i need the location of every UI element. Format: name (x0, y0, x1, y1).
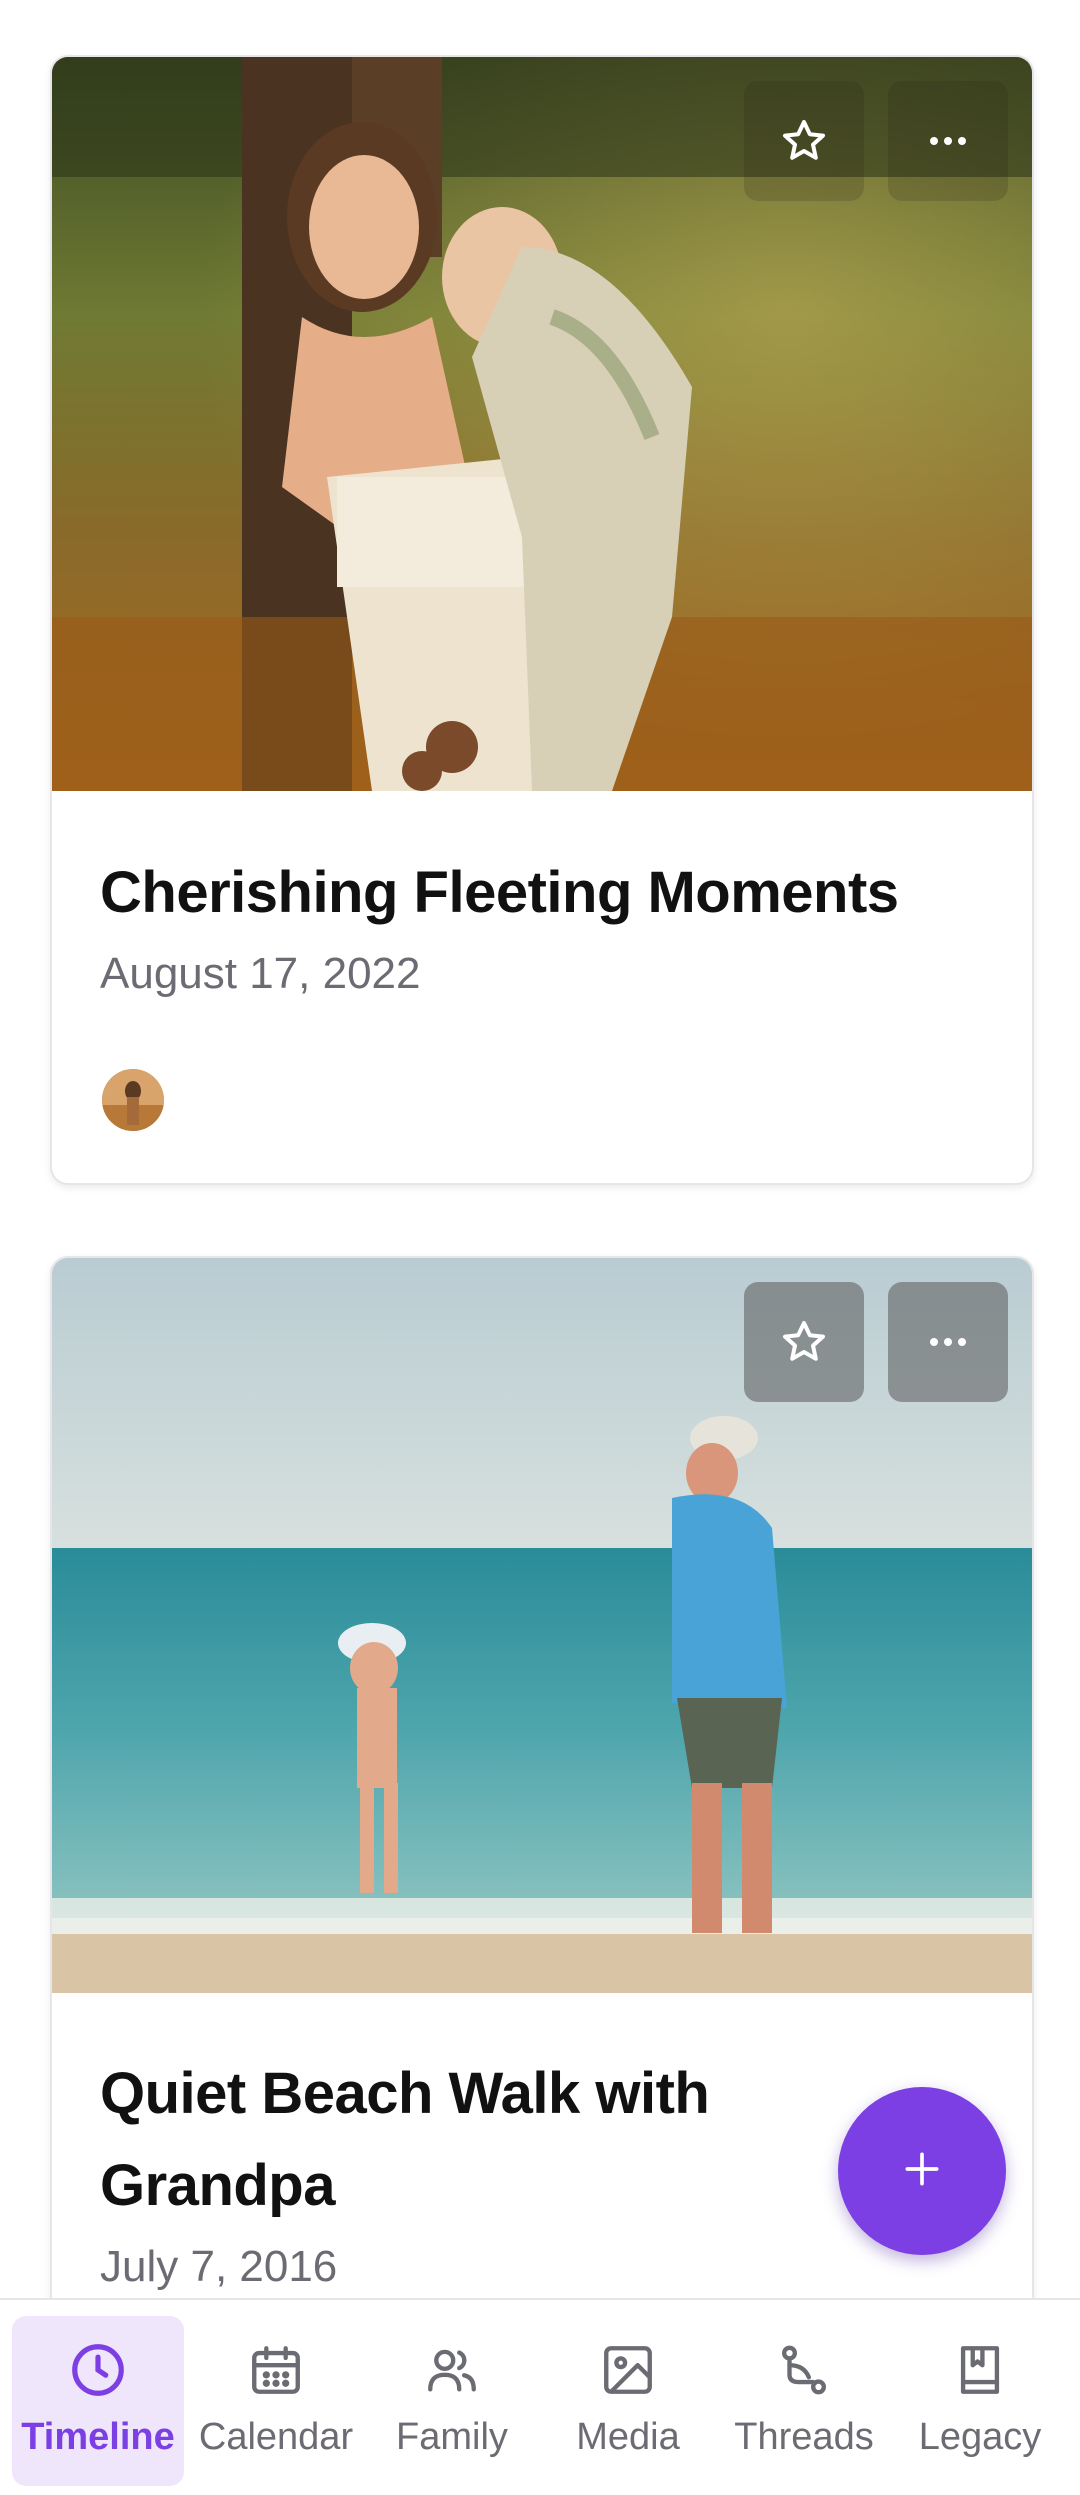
memory-photo (52, 57, 1032, 791)
add-memory-button[interactable] (838, 2087, 1006, 2255)
favorite-button[interactable] (744, 81, 864, 201)
favorite-button[interactable] (744, 1282, 864, 1402)
nav-item-calendar[interactable]: Calendar (190, 2316, 362, 2486)
star-icon (780, 117, 828, 165)
nav-label: Legacy (918, 2416, 1042, 2458)
star-icon (780, 1318, 828, 1366)
nav-label: Media (576, 2416, 680, 2458)
nav-label: Timeline (21, 2416, 175, 2458)
bottom-navigation: Timeline Calendar Family Media Threads L… (0, 2298, 1080, 2495)
timeline-feed[interactable]: Cherishing Fleeting Moments August 17, 2… (0, 0, 1080, 2300)
image-icon (599, 2338, 657, 2402)
nav-item-family[interactable]: Family (366, 2316, 538, 2486)
nav-label: Calendar (198, 2416, 354, 2458)
nav-label: Threads (734, 2416, 874, 2458)
nav-item-threads[interactable]: Threads (718, 2316, 890, 2486)
memory-date: August 17, 2022 (100, 949, 421, 998)
avatar[interactable] (102, 1069, 164, 1131)
calendar-icon (247, 2338, 305, 2402)
clock-icon (67, 2338, 129, 2402)
more-horizontal-icon (924, 117, 972, 165)
bookmark-book-icon (951, 2338, 1009, 2402)
memory-date: July 7, 2016 (100, 2242, 338, 2291)
route-icon (775, 2338, 833, 2402)
memory-photo (52, 1258, 1032, 1993)
users-icon (423, 2338, 481, 2402)
more-horizontal-icon (924, 1318, 972, 1366)
nav-item-media[interactable]: Media (542, 2316, 714, 2486)
more-options-button[interactable] (888, 81, 1008, 201)
memory-card[interactable]: Cherishing Fleeting Moments August 17, 2… (50, 55, 1034, 1185)
nav-item-timeline[interactable]: Timeline (12, 2316, 184, 2486)
memory-title[interactable]: Cherishing Fleeting Moments (100, 847, 984, 939)
plus-icon (900, 2147, 944, 2196)
more-options-button[interactable] (888, 1282, 1008, 1402)
nav-item-legacy[interactable]: Legacy (894, 2316, 1066, 2486)
nav-label: Family (396, 2416, 508, 2458)
memory-title[interactable]: Quiet Beach Walk with Grandpa (100, 2048, 732, 2232)
